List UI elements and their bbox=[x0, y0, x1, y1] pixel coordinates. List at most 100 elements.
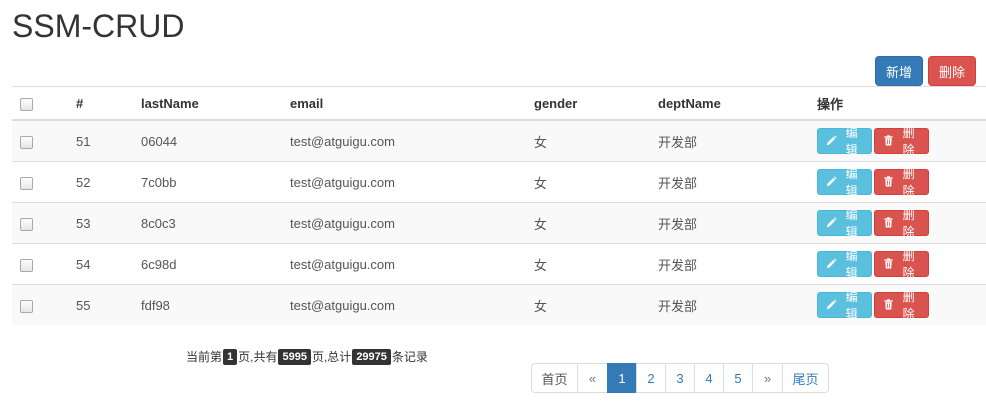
total-records-badge: 29975 bbox=[352, 348, 391, 365]
trash-icon bbox=[883, 135, 894, 147]
pagination-page[interactable]: 5 bbox=[723, 363, 753, 393]
row-checkbox[interactable] bbox=[20, 135, 33, 149]
row-actions: 编辑 删除 bbox=[817, 167, 986, 198]
row-actions: 编辑 删除 bbox=[817, 290, 986, 321]
pagination-page[interactable]: 4 bbox=[694, 363, 724, 393]
row-select-cell bbox=[12, 243, 68, 285]
edit-button-label: 编辑 bbox=[845, 126, 858, 157]
cell-deptname: 开发部 bbox=[650, 243, 809, 285]
delete-button[interactable]: 删除 bbox=[874, 167, 929, 198]
cell-deptname: 开发部 bbox=[650, 161, 809, 203]
trash-icon bbox=[883, 176, 894, 188]
header-email: email bbox=[282, 86, 526, 121]
cell-email: test@atguigu.com bbox=[282, 202, 526, 244]
cell-gender: 女 bbox=[526, 161, 650, 203]
row-actions: 编辑 删除 bbox=[817, 249, 986, 280]
table-row: 53 8c0c3 test@atguigu.com 女开发部 编辑 删除 bbox=[12, 202, 986, 244]
cell-gender: 女 bbox=[526, 202, 650, 244]
cell-gender: 女 bbox=[526, 119, 650, 162]
edit-button-label: 编辑 bbox=[845, 290, 858, 321]
bulk-delete-button[interactable]: 删除 bbox=[928, 56, 976, 86]
cell-email: test@atguigu.com bbox=[282, 284, 526, 325]
pencil-icon bbox=[826, 217, 837, 229]
cell-lastname: 06044 bbox=[133, 119, 282, 162]
header-ops: 操作 bbox=[809, 86, 986, 121]
header-gender: gender bbox=[526, 86, 650, 121]
current-page-badge: 1 bbox=[223, 348, 238, 365]
edit-button-label: 编辑 bbox=[845, 167, 858, 198]
page-info: 当前第 1 页,共有 5995 页,总计 29975 条记录 bbox=[186, 348, 428, 365]
delete-button[interactable]: 删除 bbox=[874, 249, 929, 280]
delete-button[interactable]: 删除 bbox=[874, 126, 929, 157]
cell-email: test@atguigu.com bbox=[282, 119, 526, 162]
table-row: 52 7c0bb test@atguigu.com 女开发部 编辑 删除 bbox=[12, 161, 986, 203]
pagination-first[interactable]: 首页 bbox=[531, 363, 578, 393]
row-select-cell bbox=[12, 119, 68, 162]
row-actions: 编辑 删除 bbox=[817, 208, 986, 239]
table-body: 51 06044 test@atguigu.com 女开发部 编辑 删除 52 7c0bb te… bbox=[12, 119, 986, 325]
pencil-icon bbox=[826, 176, 837, 188]
cell-ops: 编辑 删除 bbox=[809, 161, 986, 203]
edit-button-label: 编辑 bbox=[845, 249, 858, 280]
row-select-cell bbox=[12, 202, 68, 244]
cell-ops: 编辑 删除 bbox=[809, 119, 986, 162]
cell-ops: 编辑 删除 bbox=[809, 243, 986, 285]
pagination-next[interactable]: » bbox=[752, 363, 783, 393]
cell-lastname: fdf98 bbox=[133, 284, 282, 325]
header-deptname: deptName bbox=[650, 86, 809, 121]
page-info-mid1: 页,共有 bbox=[238, 350, 278, 364]
header-lastname: lastName bbox=[133, 86, 282, 121]
table-row: 55 fdf98 test@atguigu.com 女开发部 编辑 删除 bbox=[12, 284, 986, 325]
delete-button-label: 删除 bbox=[902, 167, 915, 198]
row-checkbox[interactable] bbox=[20, 299, 33, 313]
delete-button-label: 删除 bbox=[902, 126, 915, 157]
cell-deptname: 开发部 bbox=[650, 119, 809, 162]
pagination-page[interactable]: 3 bbox=[665, 363, 695, 393]
row-select-cell bbox=[12, 284, 68, 325]
row-actions: 编辑 删除 bbox=[817, 126, 986, 157]
cell-email: test@atguigu.com bbox=[282, 161, 526, 203]
cell-id: 53 bbox=[68, 202, 133, 244]
cell-id: 54 bbox=[68, 243, 133, 285]
delete-button[interactable]: 删除 bbox=[874, 208, 929, 239]
row-checkbox[interactable] bbox=[20, 258, 33, 272]
row-checkbox[interactable] bbox=[20, 176, 33, 190]
cell-lastname: 7c0bb bbox=[133, 161, 282, 203]
edit-button-label: 编辑 bbox=[845, 208, 858, 239]
edit-button[interactable]: 编辑 bbox=[817, 208, 872, 239]
pagination-page[interactable]: 2 bbox=[636, 363, 666, 393]
delete-button[interactable]: 删除 bbox=[874, 290, 929, 321]
cell-id: 52 bbox=[68, 161, 133, 203]
trash-icon bbox=[883, 258, 894, 270]
cell-id: 55 bbox=[68, 284, 133, 325]
delete-button-label: 删除 bbox=[902, 208, 915, 239]
pagination-page-active[interactable]: 1 bbox=[607, 363, 637, 393]
toolbar: 新增 删除 bbox=[875, 56, 976, 86]
edit-button[interactable]: 编辑 bbox=[817, 167, 872, 198]
table-row: 51 06044 test@atguigu.com 女开发部 编辑 删除 bbox=[12, 119, 986, 162]
pagination-last[interactable]: 尾页 bbox=[782, 363, 829, 393]
employee-table: # lastName email gender deptName 操作 51 06… bbox=[12, 86, 986, 325]
cell-lastname: 8c0c3 bbox=[133, 202, 282, 244]
header-select-all bbox=[12, 86, 68, 121]
page-title: SSM-CRUD bbox=[12, 8, 185, 44]
cell-deptname: 开发部 bbox=[650, 202, 809, 244]
trash-icon bbox=[883, 299, 894, 311]
table-header-row: # lastName email gender deptName 操作 bbox=[12, 86, 986, 121]
table-row: 54 6c98d test@atguigu.com 女开发部 编辑 删除 bbox=[12, 243, 986, 285]
edit-button[interactable]: 编辑 bbox=[817, 290, 872, 321]
cell-id: 51 bbox=[68, 119, 133, 162]
add-button[interactable]: 新增 bbox=[875, 56, 923, 86]
cell-gender: 女 bbox=[526, 243, 650, 285]
edit-button[interactable]: 编辑 bbox=[817, 249, 872, 280]
total-pages-badge: 5995 bbox=[278, 348, 311, 365]
pagination: 首页 « 1 2 3 4 5 » 尾页 bbox=[531, 363, 829, 393]
page-info-prefix: 当前第 bbox=[186, 350, 223, 364]
pencil-icon bbox=[826, 135, 837, 147]
pagination-prev[interactable]: « bbox=[577, 363, 608, 393]
cell-email: test@atguigu.com bbox=[282, 243, 526, 285]
select-all-checkbox[interactable] bbox=[20, 97, 33, 111]
row-checkbox[interactable] bbox=[20, 217, 33, 231]
cell-gender: 女 bbox=[526, 284, 650, 325]
edit-button[interactable]: 编辑 bbox=[817, 126, 872, 157]
